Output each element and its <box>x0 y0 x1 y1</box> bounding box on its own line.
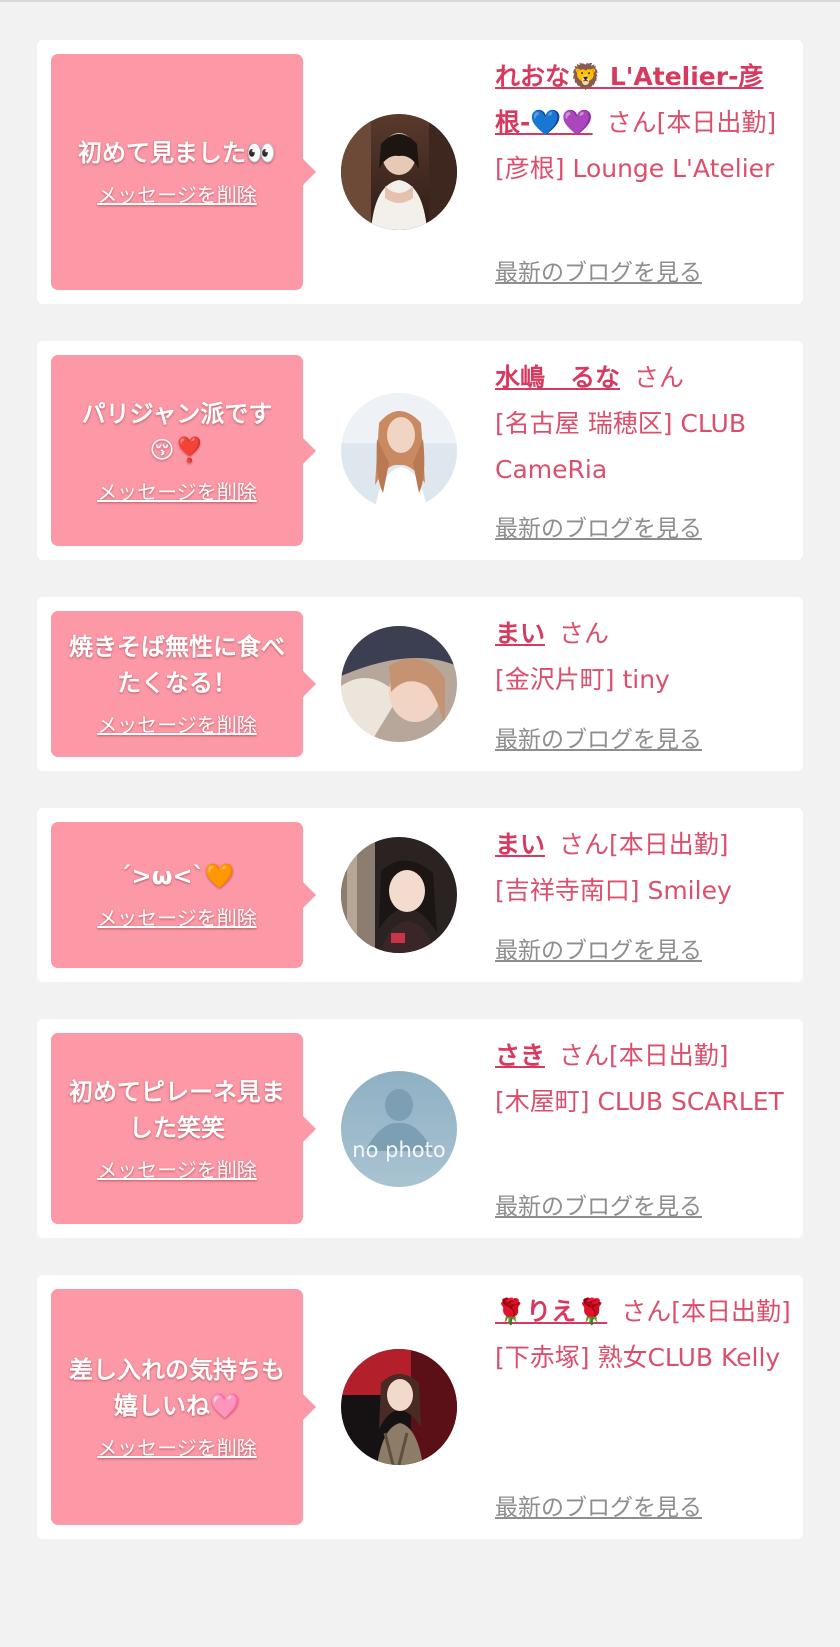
shop-name: [名古屋 瑞穂区] CLUB CameRia <box>495 409 746 484</box>
avatar[interactable] <box>341 392 457 509</box>
cast-name-link[interactable]: 🌹りえ🌹 <box>495 1297 607 1326</box>
view-blog-link[interactable]: 最新のブログを見る <box>495 256 702 290</box>
status-label: [本日出勤] <box>609 830 729 859</box>
message-card: 初めて見ました👀 メッセージを削除 れおな🦁 L'Atelier-彦根-💙💜 さ… <box>37 40 803 304</box>
delete-message-link[interactable]: メッセージを削除 <box>97 478 257 506</box>
message-bubble: 初めて見ました👀 メッセージを削除 <box>51 54 316 290</box>
cast-name-link[interactable]: さき <box>495 1041 545 1070</box>
message-bubble: パリジャン派です😚❣️ メッセージを削除 <box>51 355 316 546</box>
message-card: 焼きそば無性に食べたくなる！ メッセージを削除 まい さん [金沢片町] tiny… <box>37 597 803 771</box>
profile-info: まい さん [金沢片町] tiny 最新のブログを見る <box>495 611 793 757</box>
shop-name: [吉祥寺南口] Smiley <box>495 876 732 905</box>
profile-info: 🌹りえ🌹 さん[本日出勤] [下赤塚] 熟女CLUB Kelly 最新のブログを見… <box>495 1289 793 1525</box>
message-card: 初めてピレーネ見ました笑笑 メッセージを削除 no photo さきさん[本日出… <box>37 1019 803 1238</box>
no-photo-icon: no photo <box>341 1070 457 1187</box>
status-label: [本日出勤] <box>671 1297 791 1326</box>
delete-message-link[interactable]: メッセージを削除 <box>97 1434 257 1462</box>
avatar-photo-icon <box>341 114 457 230</box>
message-bubble: 初めてピレーネ見ました笑笑 メッセージを削除 <box>51 1033 316 1224</box>
cast-name-link[interactable]: 水嶋 るな <box>495 363 620 392</box>
view-blog-link[interactable]: 最新のブログを見る <box>495 1491 702 1525</box>
delete-message-link[interactable]: メッセージを削除 <box>97 1156 257 1184</box>
avatar-photo-icon <box>341 392 457 509</box>
message-text: 差し入れの気持ちも嬉しいね🩷 <box>69 1356 285 1420</box>
honorific: さん <box>606 108 657 137</box>
message-bubble: 焼きそば無性に食べたくなる！ メッセージを削除 <box>51 611 316 757</box>
avatar-photo-icon <box>341 1349 457 1465</box>
message-text: ´>ω<`🧡 <box>119 862 235 890</box>
message-bubble: ´>ω<`🧡 メッセージを削除 <box>51 822 316 968</box>
honorific: さん <box>621 1297 672 1326</box>
avatar[interactable]: no photo <box>341 1070 457 1187</box>
message-text: 初めて見ました👀 <box>78 139 276 167</box>
status-label: [本日出勤] <box>656 108 777 137</box>
avatar[interactable] <box>341 626 457 742</box>
no-photo-text: no photo <box>352 1138 445 1162</box>
message-bubble: 差し入れの気持ちも嬉しいね🩷 メッセージを削除 <box>51 1289 316 1525</box>
view-blog-link[interactable]: 最新のブログを見る <box>495 1190 702 1224</box>
delete-message-link[interactable]: メッセージを削除 <box>97 904 257 932</box>
message-card: ´>ω<`🧡 メッセージを削除 まい さん[本日出勤] [吉祥寺南口] Smile… <box>37 808 803 982</box>
profile-info: 水嶋 るな さん [名古屋 瑞穂区] CLUB CameRia 最新のブログを見る <box>495 355 793 546</box>
profile-info: れおな🦁 L'Atelier-彦根-💙💜 さん[本日出勤] [彦根] Lounge… <box>495 54 793 290</box>
view-blog-link[interactable]: 最新のブログを見る <box>495 723 702 757</box>
view-blog-link[interactable]: 最新のブログを見る <box>495 512 702 546</box>
profile-info: さき さん[本日出勤] [木屋町] CLUB SCARLET 最新のブログを見る <box>495 1033 793 1224</box>
avatar[interactable] <box>341 837 457 953</box>
delete-message-link[interactable]: メッセージを削除 <box>97 711 257 739</box>
message-card: パリジャン派です😚❣️ メッセージを削除 水嶋 るな さん [名古屋 瑞穂区] C… <box>37 341 803 560</box>
shop-name: [彦根] Lounge L'Atelier <box>495 154 775 183</box>
honorific: さん <box>634 363 685 392</box>
cast-name-link[interactable]: まい <box>495 619 545 648</box>
message-text: 初めてピレーネ見ました笑笑 <box>69 1077 285 1142</box>
view-blog-link[interactable]: 最新のブログを見る <box>495 934 702 968</box>
message-list: 初めて見ました👀 メッセージを削除 れおな🦁 L'Atelier-彦根-💙💜 さ… <box>37 40 803 1576</box>
avatar[interactable] <box>341 1349 457 1465</box>
shop-name: [木屋町] CLUB SCARLET <box>495 1087 784 1116</box>
avatar[interactable] <box>341 114 457 230</box>
shop-name: [金沢片町] tiny <box>495 665 670 694</box>
avatar-photo-icon <box>341 837 457 953</box>
honorific: さん <box>559 830 610 859</box>
status-label: [本日出勤] <box>609 1041 729 1070</box>
message-card: 差し入れの気持ちも嬉しいね🩷 メッセージを削除 🌹りえ🌹 さん[本日出勤] [下赤… <box>37 1275 803 1539</box>
shop-name: [下赤塚] 熟女CLUB Kelly <box>495 1343 781 1372</box>
profile-info: まい さん[本日出勤] [吉祥寺南口] Smiley 最新のブログを見る <box>495 822 793 968</box>
honorific: さん <box>559 1041 610 1070</box>
honorific: さん <box>559 619 610 648</box>
avatar-photo-icon <box>341 626 457 742</box>
cast-name-link[interactable]: まい <box>495 830 545 859</box>
delete-message-link[interactable]: メッセージを削除 <box>97 181 257 209</box>
top-divider <box>0 0 840 2</box>
message-text: パリジャン派です😚❣️ <box>81 399 273 464</box>
message-text: 焼きそば無性に食べたくなる！ <box>69 633 285 697</box>
